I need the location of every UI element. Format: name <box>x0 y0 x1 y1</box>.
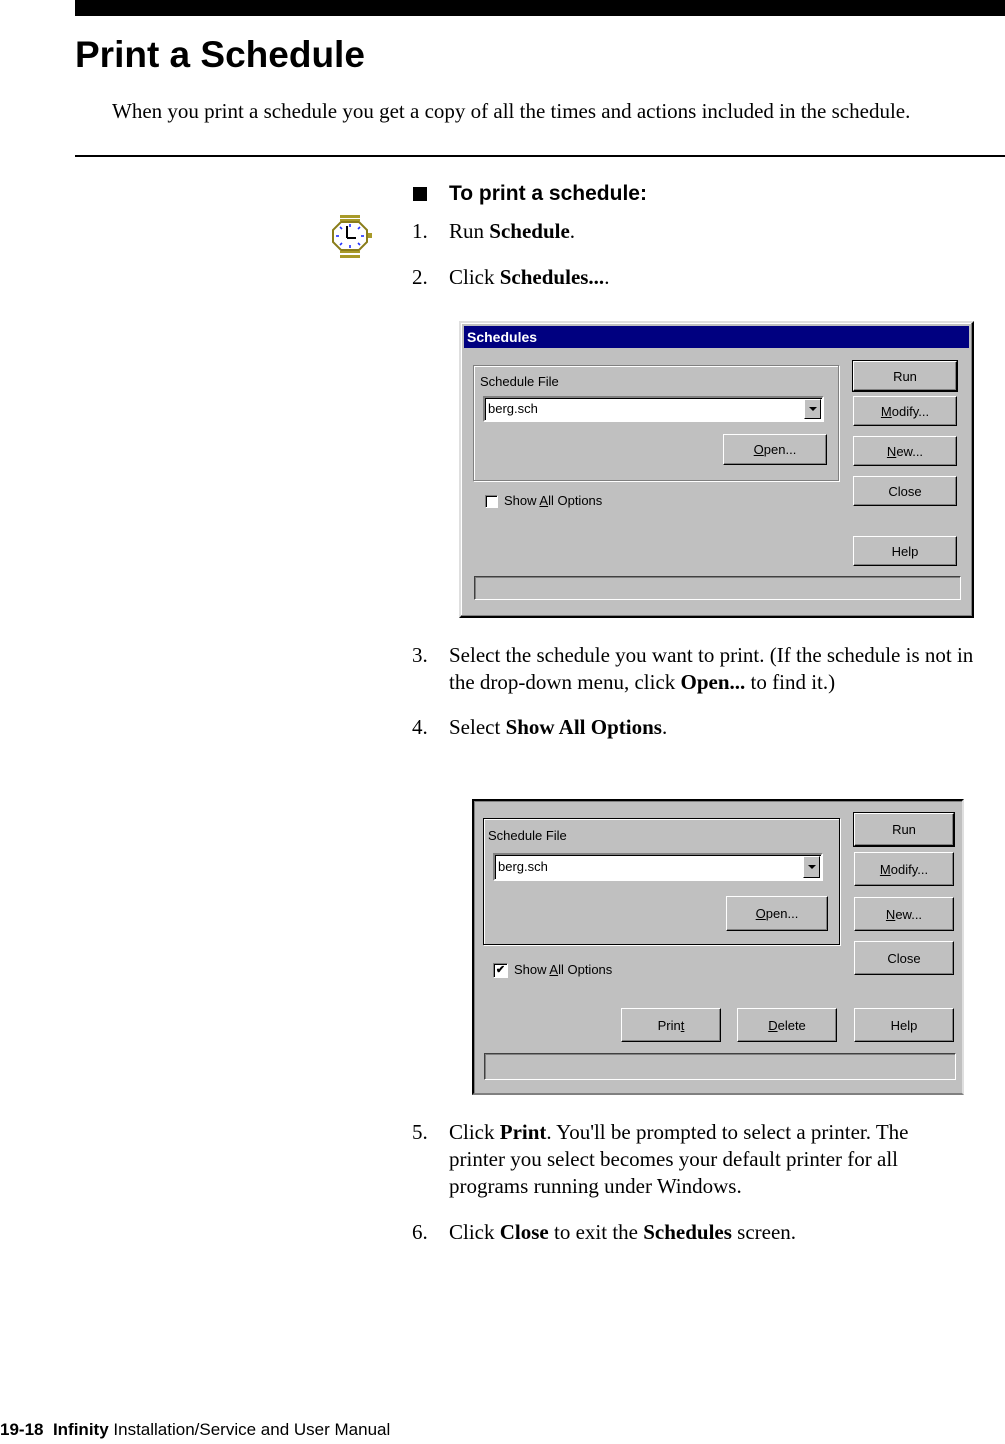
page-footer: 19-18 Infinity Installation/Service and … <box>0 1420 390 1440</box>
close-button[interactable]: Close <box>854 941 954 975</box>
help-button[interactable]: Help <box>853 536 957 566</box>
intro-paragraph: When you print a schedule you get a copy… <box>112 99 911 123</box>
page-number: 19-18 <box>0 1420 44 1439</box>
close-button[interactable]: Close <box>853 476 957 506</box>
dialog-titlebar: Schedules <box>464 326 969 348</box>
new-button[interactable]: New... <box>854 897 954 931</box>
schedule-file-label: Schedule File <box>480 374 559 389</box>
schedules-dialog-all-options: Schedule File berg.sch Open... ✔ Show Al… <box>472 799 964 1095</box>
open-button[interactable]: Open... <box>723 434 827 465</box>
step-4: 4. Select Show All Options. <box>412 715 668 739</box>
new-button[interactable]: New... <box>853 436 957 466</box>
schedule-file-dropdown[interactable]: berg.sch <box>483 396 824 422</box>
section-divider <box>75 155 1005 157</box>
page-title: Print a Schedule <box>75 34 365 75</box>
step-3: 3. Select the schedule you want to print… <box>412 643 974 694</box>
status-bar <box>484 1053 956 1080</box>
show-all-options-label[interactable]: Show All Options <box>504 493 602 508</box>
show-all-options-checkbox[interactable] <box>485 495 498 508</box>
procedure-heading: To print a schedule: <box>412 182 647 206</box>
step-2: 2. Click Schedules.... <box>412 265 610 289</box>
run-button[interactable]: Run <box>853 812 955 847</box>
modify-button[interactable]: Modify... <box>853 396 957 426</box>
schedule-file-dropdown[interactable]: berg.sch <box>493 853 823 881</box>
step-6: 6. Click Close to exit the Schedules scr… <box>412 1220 797 1244</box>
schedule-file-value: berg.sch <box>498 859 548 874</box>
schedule-file-value: berg.sch <box>488 401 538 416</box>
stopwatch-icon <box>332 215 372 258</box>
schedules-dialog: Schedules Schedule File berg.sch Open...… <box>459 321 974 618</box>
step-5: 5. Click Print. You'll be prompted to se… <box>412 1120 909 1198</box>
step-1: 1. Run Schedule. <box>412 219 576 243</box>
show-all-options-checkbox[interactable]: ✔ <box>493 963 508 978</box>
dropdown-arrow-icon[interactable] <box>804 399 821 419</box>
bullet-square-icon <box>413 187 427 201</box>
procedure-heading-text: To print a schedule: <box>449 182 647 205</box>
schedule-file-label: Schedule File <box>488 828 567 843</box>
manual-title: Installation/Service and User Manual <box>113 1420 391 1439</box>
status-bar <box>474 576 961 600</box>
dropdown-arrow-icon[interactable] <box>803 856 820 878</box>
help-button[interactable]: Help <box>854 1008 954 1042</box>
product-name: Infinity <box>52 1420 109 1439</box>
modify-button[interactable]: Modify... <box>854 852 954 886</box>
delete-button[interactable]: Delete <box>737 1008 837 1042</box>
open-button[interactable]: Open... <box>726 896 828 931</box>
print-button[interactable]: Prin t <box>621 1008 721 1042</box>
show-all-options-label[interactable]: Show All Options <box>514 962 612 977</box>
header-bar <box>75 0 1005 16</box>
run-button[interactable]: Run <box>852 360 958 392</box>
